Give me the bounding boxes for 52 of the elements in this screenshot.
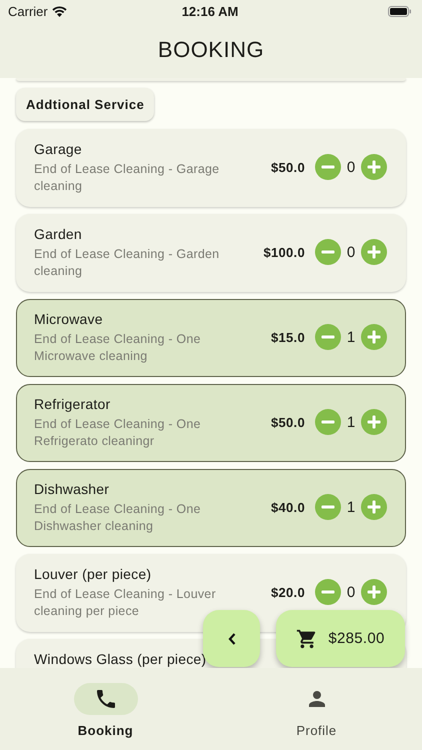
service-name: Microwave	[34, 311, 104, 327]
service-price: $15.0	[270, 330, 305, 344]
service-name: Refrigerator	[34, 396, 112, 412]
quantity-value: 0	[346, 244, 356, 260]
minus-button[interactable]	[315, 154, 341, 180]
service-price: $100.0	[263, 244, 305, 260]
service-card[interactable]: Refrigerator End of Lease Cleaning - One Refrigerato cleaningr $50.0 1	[16, 384, 406, 462]
minus-button[interactable]	[315, 239, 341, 265]
service-card[interactable]: Garage End of Lease Cleaning - Garage cleaning $50.0 0	[16, 129, 406, 207]
section-chip: Addtional Service	[16, 88, 154, 121]
nav-tab[interactable]: Profile	[211, 683, 422, 750]
service-name: Dishwasher	[34, 481, 110, 497]
service-description: End of Lease Cleaning - One Dishwasher cleaning	[34, 501, 202, 535]
minus-button[interactable]	[315, 494, 341, 520]
plus-button[interactable]	[361, 239, 387, 265]
cart-button[interactable]: $285.00	[276, 610, 405, 667]
quantity-value: 1	[346, 498, 356, 516]
service-price: $50.0	[270, 414, 305, 430]
service-description: End of Lease Cleaning - One Refrigerato cleaningr	[34, 416, 202, 450]
minus-button[interactable]	[315, 579, 341, 605]
service-name: Garden	[34, 226, 83, 242]
minus-button[interactable]	[315, 324, 341, 350]
service-name: Louver (per piece)	[34, 566, 152, 582]
service-card[interactable]: Garden End of Lease Cleaning - Garden cleaning $100.0 0	[16, 214, 406, 292]
service-price: $20.0	[270, 584, 305, 600]
carrier-name: Carrier	[8, 4, 48, 18]
service-name: Windows Glass (per piece)	[34, 651, 208, 667]
plus-button[interactable]	[361, 579, 387, 605]
service-name: Garage	[34, 141, 83, 157]
quantity-value: 1	[346, 328, 356, 346]
plus-button[interactable]	[361, 494, 387, 520]
page-title: BOOKING	[158, 37, 264, 63]
service-description: End of Lease Cleaning - Garden cleaning	[34, 246, 220, 280]
plus-button[interactable]	[361, 324, 387, 350]
plus-button[interactable]	[361, 409, 387, 435]
plus-button[interactable]	[361, 154, 387, 180]
nav-tab[interactable]: Booking	[0, 683, 211, 750]
service-price: $50.0	[270, 160, 305, 174]
battery-icon	[388, 6, 412, 16]
quantity-value: 0	[346, 158, 356, 176]
quantity-value: 1	[346, 414, 356, 430]
quantity-value: 0	[346, 584, 356, 600]
service-description: End of Lease Cleaning - Louver cleaning per piece	[34, 586, 217, 620]
service-price: $40.0	[270, 500, 305, 514]
minus-button[interactable]	[315, 409, 341, 435]
service-description: End of Lease Cleaning - One Microwave cleaning	[34, 331, 202, 365]
wifi-icon	[52, 6, 67, 16]
chevron-left-icon	[228, 632, 236, 644]
clock-time: 12:16 AM	[180, 4, 240, 18]
service-card[interactable]: Microwave End of Lease Cleaning - One Microwave cleaning $15.0 1	[16, 299, 406, 377]
service-description: End of Lease Cleaning - Garage cleaning	[34, 161, 220, 195]
service-card[interactable]: Dishwasher End of Lease Cleaning - One Dishwasher cleaning $40.0 1	[16, 469, 406, 547]
